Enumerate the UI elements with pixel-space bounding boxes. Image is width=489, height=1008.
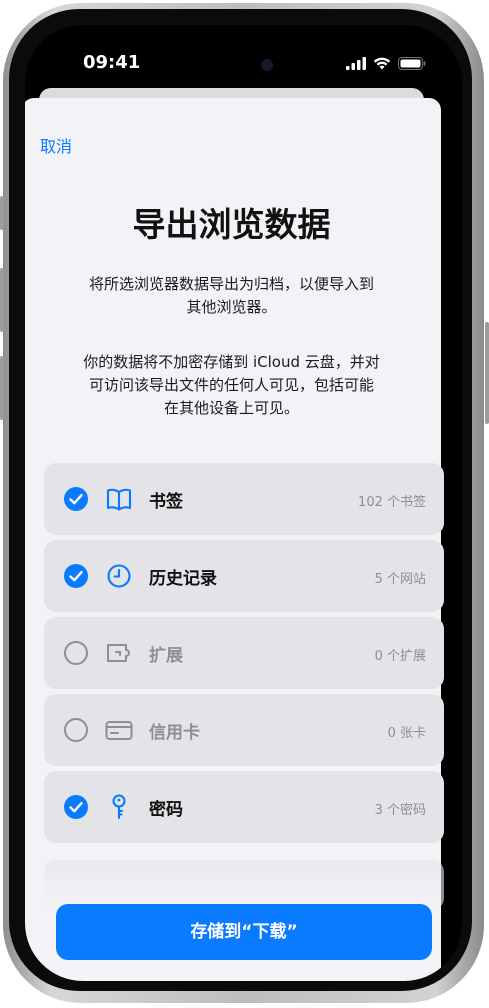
privacy-note-line: 你的数据将不加密存储到 iCloud 云盘，并对 [83, 353, 380, 371]
row-label: 历史记录 [149, 569, 217, 589]
status-time: 09:41 [83, 52, 141, 73]
battery-icon [398, 57, 426, 70]
row-count: 3 个密码 [374, 803, 426, 818]
row-credit-cards[interactable]: 信用卡 0 张卡 [44, 694, 444, 766]
row-count: 0 个扩展 [374, 649, 426, 664]
camera-icon [261, 59, 273, 71]
page-title: 导出浏览数据 [132, 205, 331, 244]
row-count: 0 张卡 [387, 726, 426, 741]
extension-icon [107, 644, 130, 662]
key-icon [112, 794, 126, 820]
screen: 09:41 取消 导出浏览数据 将所选浏览器数据导出为归档，以便导入到 其他浏览… [25, 25, 462, 981]
save-to-downloads-button[interactable]: 存储到“下载” [56, 904, 432, 960]
row-passwords[interactable]: 密码 3 个密码 [44, 771, 444, 843]
privacy-note-line: 在其他设备上可见。 [163, 399, 299, 417]
wifi-icon [373, 57, 391, 70]
volume-down-button [0, 356, 4, 420]
status-bar: 09:41 [25, 25, 462, 95]
row-history[interactable]: 历史记录 5 个网站 [44, 540, 444, 612]
empty-circle-icon[interactable] [64, 718, 88, 742]
description: 将所选浏览器数据导出为归档，以便导入到 其他浏览器。 [25, 273, 441, 319]
checkmark-circle-icon[interactable] [64, 795, 88, 819]
side-button [485, 322, 489, 424]
privacy-note-line: 可访问该导出文件的任何人可见，包括可能 [88, 376, 374, 394]
export-sheet: 取消 导出浏览数据 将所选浏览器数据导出为归档，以便导入到 其他浏览器。 你的数… [25, 98, 444, 981]
status-icons [346, 57, 426, 70]
row-label: 扩展 [149, 646, 183, 666]
action-button [0, 196, 4, 230]
empty-circle-icon[interactable] [64, 641, 88, 665]
description-line: 其他浏览器。 [186, 298, 277, 316]
row-count: 5 个网站 [374, 572, 426, 587]
checkmark-circle-icon[interactable] [64, 487, 88, 511]
cellular-signal-icon [346, 57, 366, 70]
cancel-button[interactable]: 取消 [40, 133, 72, 157]
clock-icon [107, 564, 131, 588]
description-line: 将所选浏览器数据导出为归档，以便导入到 [88, 275, 374, 293]
row-label: 密码 [149, 800, 183, 820]
dynamic-island [191, 50, 293, 80]
row-count: 102 个书签 [358, 495, 426, 510]
partial-row [44, 860, 444, 910]
volume-up-button [0, 268, 4, 332]
credit-card-icon [105, 721, 133, 740]
checkmark-circle-icon[interactable] [64, 564, 88, 588]
row-bookmarks[interactable]: 书签 102 个书签 [44, 463, 444, 535]
row-extensions[interactable]: 扩展 0 个扩展 [44, 617, 444, 689]
row-label: 信用卡 [149, 723, 200, 743]
privacy-note: 你的数据将不加密存储到 iCloud 云盘，并对 可访问该导出文件的任何人可见，… [25, 351, 441, 420]
book-icon [106, 488, 132, 511]
row-label: 书签 [149, 492, 183, 512]
